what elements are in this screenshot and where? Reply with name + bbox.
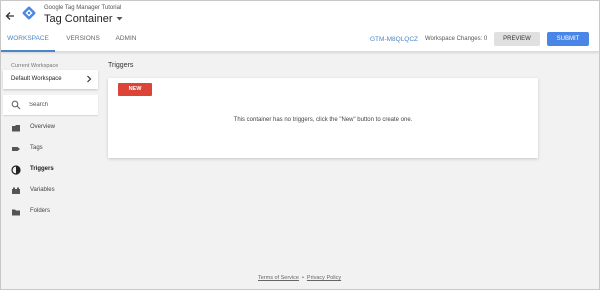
footer: Terms of Service • Privacy Policy xyxy=(258,275,341,281)
new-trigger-button[interactable]: NEW xyxy=(118,83,152,96)
search-input[interactable] xyxy=(29,99,93,111)
sidebar-item-label: Variables xyxy=(30,187,55,193)
workspace-changes-count: Workspace Changes: 0 xyxy=(425,36,488,42)
search-box xyxy=(3,95,98,115)
folder-icon xyxy=(12,209,20,216)
privacy-policy-link[interactable]: Privacy Policy xyxy=(307,275,341,281)
gtm-logo-icon xyxy=(22,6,36,20)
container-name[interactable]: Tag Container xyxy=(44,13,113,25)
caret-down-icon[interactable] xyxy=(116,15,123,22)
preview-button[interactable]: PREVIEW xyxy=(494,32,540,46)
sidebar-item-folders[interactable]: Folders xyxy=(1,203,99,221)
workspace-name: Default Workspace xyxy=(11,76,62,82)
sidebar-item-variables[interactable]: Variables xyxy=(1,182,99,200)
sidebar-item-overview[interactable]: Overview xyxy=(1,119,99,137)
overview-icon xyxy=(12,125,20,132)
tab-admin[interactable]: ADMIN xyxy=(113,29,139,50)
back-arrow-icon[interactable] xyxy=(5,10,15,22)
empty-state-message: This container has no triggers, click th… xyxy=(233,117,413,123)
app-window: Google Tag Manager Tutorial Tag Containe… xyxy=(0,0,600,290)
sidebar-item-label: Overview xyxy=(30,124,56,130)
footer-separator: • xyxy=(301,275,304,281)
tab-workspace[interactable]: WORKSPACE xyxy=(1,29,55,52)
top-header: Google Tag Manager Tutorial Tag Containe… xyxy=(1,1,599,52)
tab-versions[interactable]: VERSIONS xyxy=(64,29,102,50)
variables-icon xyxy=(12,187,20,194)
chevron-right-icon xyxy=(87,75,92,83)
container-id-link[interactable]: GTM-M8QLQCZ xyxy=(370,36,418,43)
sidebar-item-label: Tags xyxy=(30,145,43,151)
sidebar-item-label: Triggers xyxy=(30,166,54,172)
current-workspace-label: Current Workspace xyxy=(11,63,59,69)
terms-of-service-link[interactable]: Terms of Service xyxy=(258,275,299,281)
submit-button[interactable]: SUBMIT xyxy=(547,32,589,46)
trigger-icon xyxy=(11,165,21,175)
workspace-selector[interactable]: Default Workspace xyxy=(3,70,98,89)
page-title: Triggers xyxy=(108,62,134,69)
tag-icon xyxy=(12,147,20,151)
account-name: Google Tag Manager Tutorial xyxy=(44,5,122,11)
sidebar-item-triggers[interactable]: Triggers xyxy=(1,161,99,179)
triggers-card: NEW This container has no triggers, clic… xyxy=(108,78,538,158)
sidebar-item-label: Folders xyxy=(30,208,51,214)
search-icon xyxy=(11,100,21,110)
sidebar-item-tags[interactable]: Tags xyxy=(1,140,99,158)
